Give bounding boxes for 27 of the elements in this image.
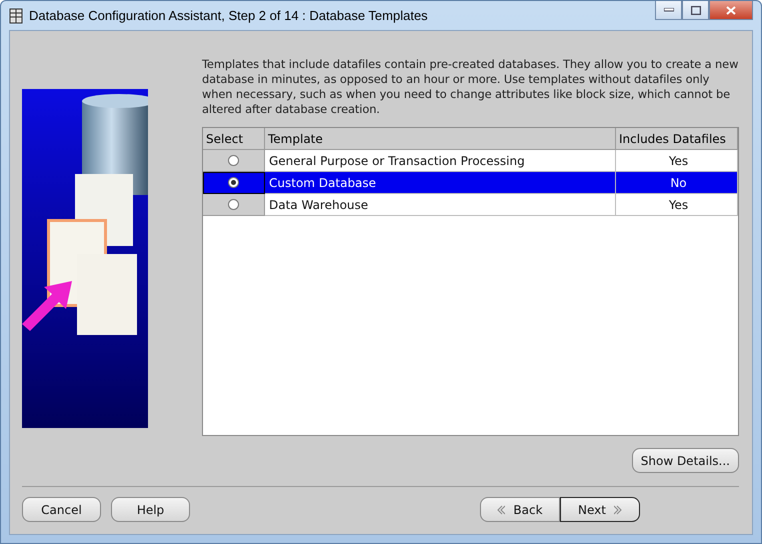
close-button[interactable] (709, 1, 753, 20)
column-header[interactable]: Select (203, 128, 265, 150)
radio-button[interactable] (228, 199, 239, 210)
back-button[interactable]: Back (480, 497, 560, 522)
maximize-icon (690, 6, 700, 14)
table-cell: No (616, 172, 738, 194)
radio-button[interactable] (228, 155, 239, 166)
table-cell: Yes (616, 194, 738, 216)
column-header[interactable]: Includes Datafiles (616, 128, 738, 150)
maximize-button[interactable] (682, 1, 709, 20)
table-cell: Yes (616, 150, 738, 172)
table-cell: Data Warehouse (265, 194, 616, 216)
description-text: Templates that include datafiles contain pre-created databases. They allow you to create a new database in minutes, as opposed to an hour or more. Use templates without datafiles only when necessary, such as when you need to change attributes like block size, which cannot be altered after database creation. (202, 57, 739, 117)
close-icon (726, 6, 736, 14)
table-cell: Custom Database (265, 172, 616, 194)
next-button[interactable]: Next (560, 497, 640, 522)
show-details-button[interactable]: Show Details... (632, 448, 739, 473)
minimize-button[interactable] (655, 1, 682, 20)
window-title: Database Configuration Assistant, Step 2 of 14 : Database Templates (29, 8, 428, 23)
chevron-left-icon (497, 504, 506, 514)
minimize-icon (664, 8, 674, 12)
help-button[interactable]: Help (111, 497, 190, 522)
chevron-right-icon (614, 504, 622, 514)
radio-button[interactable] (228, 177, 239, 188)
cancel-button[interactable]: Cancel (22, 497, 101, 522)
table-cell: General Purpose or Transaction Processing (265, 150, 616, 172)
column-header[interactable]: Template (265, 128, 616, 150)
